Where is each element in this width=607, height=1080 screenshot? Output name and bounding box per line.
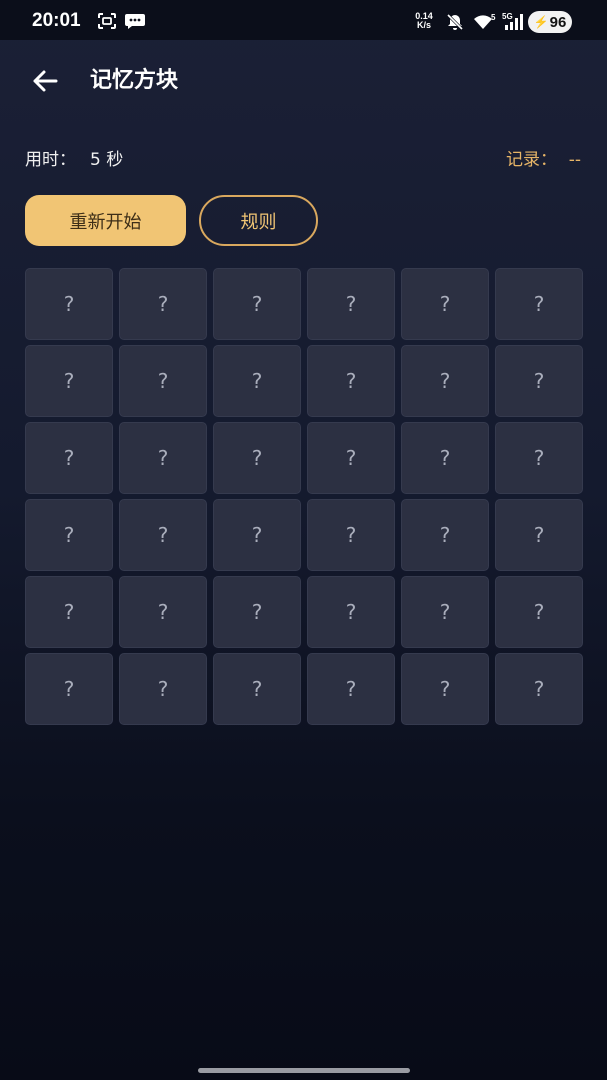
- memory-tile[interactable]: ?: [25, 653, 113, 725]
- back-button[interactable]: [30, 66, 60, 96]
- mute-icon: [446, 13, 464, 35]
- page-title: 记忆方块: [90, 68, 179, 93]
- memory-tile[interactable]: ?: [401, 653, 489, 725]
- memory-tile[interactable]: ?: [307, 653, 395, 725]
- memory-tile[interactable]: ?: [401, 422, 489, 494]
- arrow-left-icon: [33, 70, 58, 92]
- memory-tile[interactable]: ?: [213, 422, 301, 494]
- memory-tile[interactable]: ?: [119, 268, 207, 340]
- memory-tile[interactable]: ?: [119, 345, 207, 417]
- screenshot-icon: [97, 12, 117, 34]
- memory-tile[interactable]: ?: [213, 499, 301, 571]
- record-value: --: [568, 150, 581, 170]
- memory-tile[interactable]: ?: [495, 345, 583, 417]
- status-bar: 20:01 0.14 K/s 5 5G ⚡ 96: [0, 0, 607, 40]
- memory-tile[interactable]: ?: [495, 422, 583, 494]
- memory-tile[interactable]: ?: [25, 345, 113, 417]
- memory-tile[interactable]: ?: [495, 576, 583, 648]
- rules-button[interactable]: 规则: [199, 195, 318, 246]
- memory-tile[interactable]: ?: [25, 422, 113, 494]
- memory-tile[interactable]: ?: [213, 345, 301, 417]
- memory-tile[interactable]: ?: [307, 422, 395, 494]
- memory-tile[interactable]: ?: [495, 268, 583, 340]
- memory-tile[interactable]: ?: [213, 653, 301, 725]
- memory-tile[interactable]: ?: [25, 499, 113, 571]
- cellular-signal-icon: [504, 13, 524, 35]
- memory-tile[interactable]: ?: [25, 268, 113, 340]
- status-time: 20:01: [32, 10, 81, 31]
- home-indicator[interactable]: [198, 1068, 410, 1073]
- time-label: 用时：: [25, 150, 76, 170]
- net-speed-unit: K/s: [416, 20, 431, 30]
- memory-tile[interactable]: ?: [307, 576, 395, 648]
- memory-tile[interactable]: ?: [213, 576, 301, 648]
- memory-tile[interactable]: ?: [119, 576, 207, 648]
- memory-tile[interactable]: ?: [213, 268, 301, 340]
- memory-tile[interactable]: ?: [495, 653, 583, 725]
- memory-tile[interactable]: ?: [401, 268, 489, 340]
- memory-tile[interactable]: ?: [119, 653, 207, 725]
- memory-tile[interactable]: ?: [401, 499, 489, 571]
- memory-tile[interactable]: ?: [401, 345, 489, 417]
- restart-button[interactable]: 重新开始: [25, 195, 186, 246]
- time-value: 5 秒: [90, 150, 124, 170]
- memory-tile[interactable]: ?: [401, 576, 489, 648]
- memory-tile[interactable]: ?: [307, 268, 395, 340]
- memory-tile[interactable]: ?: [307, 499, 395, 571]
- memory-tile[interactable]: ?: [495, 499, 583, 571]
- record-label: 记录：: [506, 150, 557, 170]
- memory-tile[interactable]: ?: [119, 499, 207, 571]
- memory-tile[interactable]: ?: [119, 422, 207, 494]
- memory-tile[interactable]: ?: [307, 345, 395, 417]
- memory-tile[interactable]: ?: [25, 576, 113, 648]
- memory-board: ????????????????????????????????????: [25, 268, 583, 725]
- battery-level: 96: [549, 13, 567, 31]
- wifi-badge: 5: [491, 13, 496, 22]
- net-speed: 0.14 K/s: [410, 12, 438, 30]
- battery-charging-icon: ⚡ 96: [528, 11, 572, 33]
- chat-bubble-icon: [124, 12, 146, 34]
